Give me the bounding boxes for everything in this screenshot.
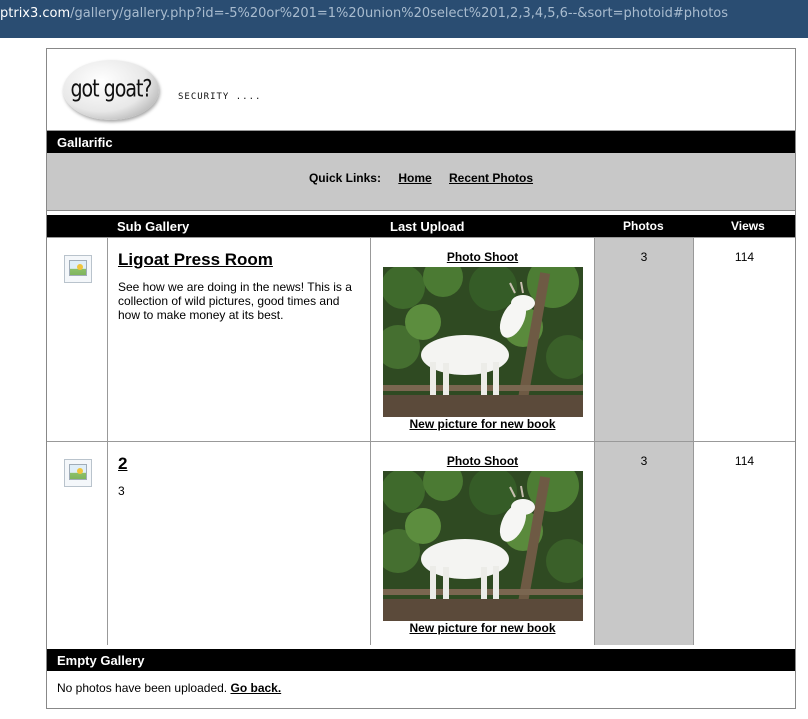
logo-tagline: SECURITY ....: [178, 92, 262, 102]
goat-photo-thumbnail[interactable]: [382, 471, 583, 621]
row-description-cell: Ligoat Press Room See how we are doing i…: [108, 238, 371, 441]
logo-area: got goat? SECURITY ....: [47, 49, 795, 131]
photos-count: 3: [640, 250, 648, 264]
go-back-link[interactable]: Go back.: [230, 681, 281, 695]
recent-photos-link[interactable]: Recent Photos: [449, 171, 533, 185]
row-icon-cell: [47, 442, 108, 645]
row-views-cell: 114: [694, 442, 795, 645]
empty-gallery-message: No photos have been uploaded. Go back.: [57, 681, 281, 695]
home-link[interactable]: Home: [398, 171, 431, 185]
photo-caption-link[interactable]: New picture for new book: [371, 417, 594, 431]
gallery-folder-icon[interactable]: [64, 255, 92, 283]
table-row: 2 3 Photo Shoot New picture for new book…: [47, 441, 795, 645]
empty-gallery-heading: Empty Gallery: [57, 653, 145, 668]
gallery-description: See how we are doing in the news! This i…: [118, 280, 352, 322]
url-host: ptrix3.com: [0, 6, 71, 21]
views-count: 114: [734, 250, 755, 264]
row-last-upload-cell: Photo Shoot New picture for new book: [371, 238, 595, 441]
quick-links-panel: Quick Links: Home Recent Photos: [47, 153, 795, 211]
url-text[interactable]: ptrix3.com/gallery/gallery.php?id=-5%20o…: [0, 6, 728, 21]
table-row: Ligoat Press Room See how we are doing i…: [47, 237, 795, 441]
empty-message-text: No photos have been uploaded.: [57, 681, 228, 695]
row-description-cell: 2 3: [108, 442, 371, 645]
site-logo[interactable]: got goat?: [63, 60, 159, 120]
site-title-bar: Gallarific: [47, 131, 795, 153]
photos-count: 3: [640, 454, 648, 468]
gallery-title-link[interactable]: 2: [118, 454, 127, 474]
row-photos-cell: 3: [595, 238, 694, 441]
row-photos-cell: 3: [595, 442, 694, 645]
quick-links-label: Quick Links:: [308, 171, 381, 185]
col-photos: Photos: [623, 219, 664, 233]
empty-gallery-bar: Empty Gallery: [47, 649, 795, 671]
row-last-upload-cell: Photo Shoot New picture for new book: [371, 442, 595, 645]
row-icon-cell: [47, 238, 108, 441]
site-title: Gallarific: [57, 135, 113, 150]
col-views: Views: [731, 219, 765, 233]
col-last-upload: Last Upload: [390, 219, 465, 234]
album-link[interactable]: Photo Shoot: [371, 250, 594, 264]
row-views-cell: 114: [694, 238, 795, 441]
table-header: Sub Gallery Last Upload Photos Views: [47, 215, 795, 237]
photo-caption-link[interactable]: New picture for new book: [371, 621, 594, 635]
album-link[interactable]: Photo Shoot: [371, 454, 594, 468]
col-sub-gallery: Sub Gallery: [117, 219, 190, 234]
gallery-description: 3: [118, 484, 125, 498]
goat-photo-thumbnail[interactable]: [382, 267, 583, 417]
gallery-folder-icon[interactable]: [64, 459, 92, 487]
views-count: 114: [734, 454, 755, 468]
logo-text: got goat?: [70, 75, 152, 103]
gallery-title-link[interactable]: Ligoat Press Room: [118, 250, 273, 270]
gallery-frame: got goat? SECURITY .... Gallarific Quick…: [46, 48, 796, 709]
url-bar-border: [0, 32, 808, 38]
browser-url-bar[interactable]: ptrix3.com/gallery/gallery.php?id=-5%20o…: [0, 0, 808, 32]
url-path: /gallery/gallery.php?id=-5%20or%201=1%20…: [70, 6, 729, 21]
quick-links: Quick Links: Home Recent Photos: [47, 171, 795, 185]
